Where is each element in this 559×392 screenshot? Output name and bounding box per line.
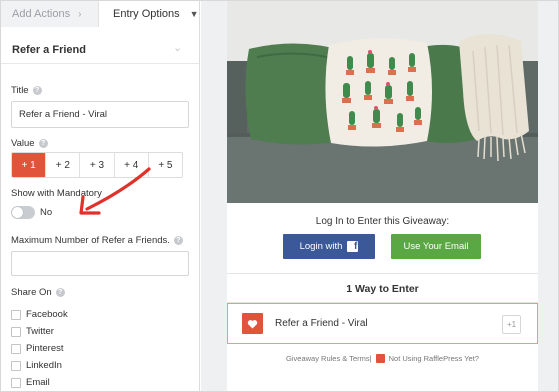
share-twitter[interactable]: Twitter	[11, 326, 54, 337]
checkbox[interactable]	[11, 309, 21, 320]
giveaway-image	[227, 1, 538, 203]
value-option-1[interactable]: + 1	[12, 153, 46, 177]
checkbox[interactable]	[11, 360, 21, 371]
help-icon[interactable]: ?	[32, 86, 42, 95]
share-email-label: Email	[26, 377, 50, 388]
share-email[interactable]: Email	[11, 377, 50, 388]
share-linkedin[interactable]: LinkedIn	[11, 360, 62, 371]
tab-entry-options-label: Entry Options	[113, 8, 180, 20]
rafflepress-logo-icon	[375, 354, 385, 363]
login-title: Log In to Enter this Giveaway:	[315, 216, 450, 227]
rules-link[interactable]: Giveaway Rules & Terms	[286, 354, 370, 363]
value-label: Value	[11, 138, 35, 149]
title-input[interactable]: Refer a Friend - Viral	[11, 101, 189, 128]
share-facebook-label: Facebook	[26, 309, 68, 320]
share-on-label-row: Share On ?	[11, 287, 65, 298]
entry-action-refer-a-friend[interactable]: Refer a Friend - Viral +1	[227, 303, 538, 344]
mandatory-state-label: No	[40, 207, 53, 218]
heart-icon	[242, 313, 263, 334]
section-title: Refer a Friend	[12, 44, 86, 56]
not-using-link[interactable]: Not Using RafflePress Yet?	[389, 354, 479, 363]
share-on-label: Share On	[11, 287, 52, 298]
use-email-button[interactable]: Use Your Email	[391, 234, 481, 259]
max-refer-label: Maximum Number of Refer a Friends.	[11, 235, 170, 246]
help-icon[interactable]: ?	[38, 139, 48, 148]
settings-panel: Add Actions › Entry Options ▼ Refer a Fr…	[1, 1, 200, 391]
tab-entry-options[interactable]: Entry Options ▼	[99, 1, 199, 27]
preview-footer: Giveaway Rules & Terms | Not Using Raffl…	[227, 354, 538, 363]
tab-add-actions[interactable]: Add Actions ›	[1, 1, 99, 27]
footer-separator: |	[369, 354, 372, 363]
annotation-arrow-icon	[79, 167, 151, 215]
entry-label: Refer a Friend - Viral	[275, 318, 368, 329]
tab-add-actions-label: Add Actions	[12, 8, 71, 20]
panel-tabs: Add Actions › Entry Options ▼	[1, 1, 199, 27]
entry-points-badge: +1	[502, 315, 521, 334]
divider	[227, 273, 538, 274]
ways-to-enter-title: 1 Way to Enter	[346, 283, 419, 295]
share-pinterest-label: Pinterest	[26, 343, 64, 354]
share-linkedin-label: LinkedIn	[26, 360, 62, 371]
share-twitter-label: Twitter	[26, 326, 54, 337]
chevron-down-icon: ▼	[189, 9, 199, 19]
max-refer-input[interactable]	[11, 251, 189, 276]
help-icon[interactable]: ?	[55, 288, 65, 297]
facebook-icon: f	[347, 241, 359, 252]
mandatory-toggle[interactable]	[11, 206, 35, 219]
chevron-right-icon: ›	[78, 8, 82, 20]
share-pinterest[interactable]: Pinterest	[11, 343, 64, 354]
checkbox[interactable]	[11, 377, 21, 388]
title-label: Title	[11, 85, 29, 96]
title-label-row: Title ?	[11, 85, 42, 96]
share-facebook[interactable]: Facebook	[11, 309, 68, 320]
value-label-row: Value ?	[11, 138, 48, 149]
section-header[interactable]: Refer a Friend ⌄	[1, 34, 199, 64]
toggle-knob	[12, 207, 23, 218]
max-refer-label-row: Maximum Number of Refer a Friends. ?	[11, 235, 183, 246]
use-email-label: Use Your Email	[403, 241, 469, 252]
help-icon[interactable]: ?	[173, 236, 183, 245]
checkbox[interactable]	[11, 343, 21, 354]
login-facebook-label: Login with	[299, 241, 343, 252]
title-input-value: Refer a Friend - Viral	[19, 109, 107, 120]
checkbox[interactable]	[11, 326, 21, 337]
login-facebook-button[interactable]: Login with f	[283, 234, 375, 259]
collapse-chevron-icon[interactable]: ⌄	[173, 41, 182, 54]
